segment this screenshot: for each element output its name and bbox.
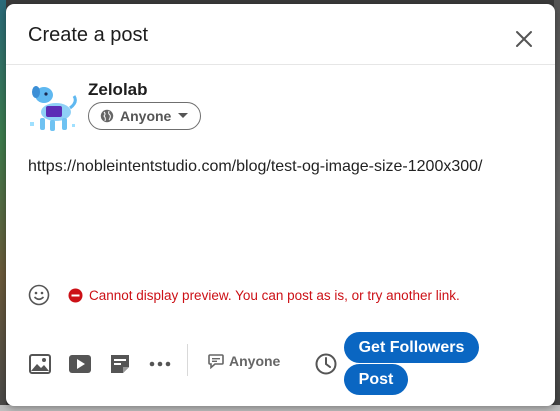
- more-options-button[interactable]: [148, 352, 172, 376]
- audience-selector[interactable]: Anyone: [88, 102, 201, 130]
- author-name: Zelolab: [88, 80, 148, 99]
- avatar: [30, 86, 77, 131]
- comment-visibility-label: Anyone: [229, 353, 281, 369]
- create-post-dialog: Create a post Zelolab Anyone https://nob…: [6, 4, 555, 406]
- clock-icon: [315, 353, 337, 375]
- error-icon: [68, 288, 83, 303]
- smiley-icon: [28, 284, 50, 306]
- comment-visibility-button[interactable]: Anyone: [208, 353, 280, 369]
- audience-label: Anyone: [120, 108, 172, 124]
- get-followers-button[interactable]: Get Followers: [344, 332, 479, 363]
- preview-error-message: Cannot display preview. You can post as …: [89, 288, 460, 303]
- more-horizontal-icon: [149, 361, 171, 367]
- toolbar-divider: [187, 344, 188, 376]
- post-button[interactable]: Post: [344, 364, 408, 395]
- dialog-title: Create a post: [28, 24, 149, 46]
- add-document-button[interactable]: [108, 352, 132, 376]
- dialog-header: Create a post: [6, 4, 555, 65]
- video-icon: [69, 355, 91, 373]
- comment-icon: [208, 353, 224, 369]
- add-video-button[interactable]: [68, 352, 92, 376]
- close-icon: [516, 31, 532, 47]
- caret-down-icon: [178, 113, 189, 118]
- preview-error: Cannot display preview. You can post as …: [68, 288, 460, 303]
- document-icon: [111, 355, 129, 373]
- post-text-editor[interactable]: https://nobleintentstudio.com/blog/test-…: [28, 158, 482, 176]
- emoji-button[interactable]: [28, 284, 50, 306]
- add-photo-button[interactable]: [28, 352, 52, 376]
- image-icon: [29, 354, 51, 374]
- globe-icon: [100, 109, 114, 123]
- close-button[interactable]: [507, 22, 541, 56]
- schedule-button[interactable]: [314, 352, 338, 376]
